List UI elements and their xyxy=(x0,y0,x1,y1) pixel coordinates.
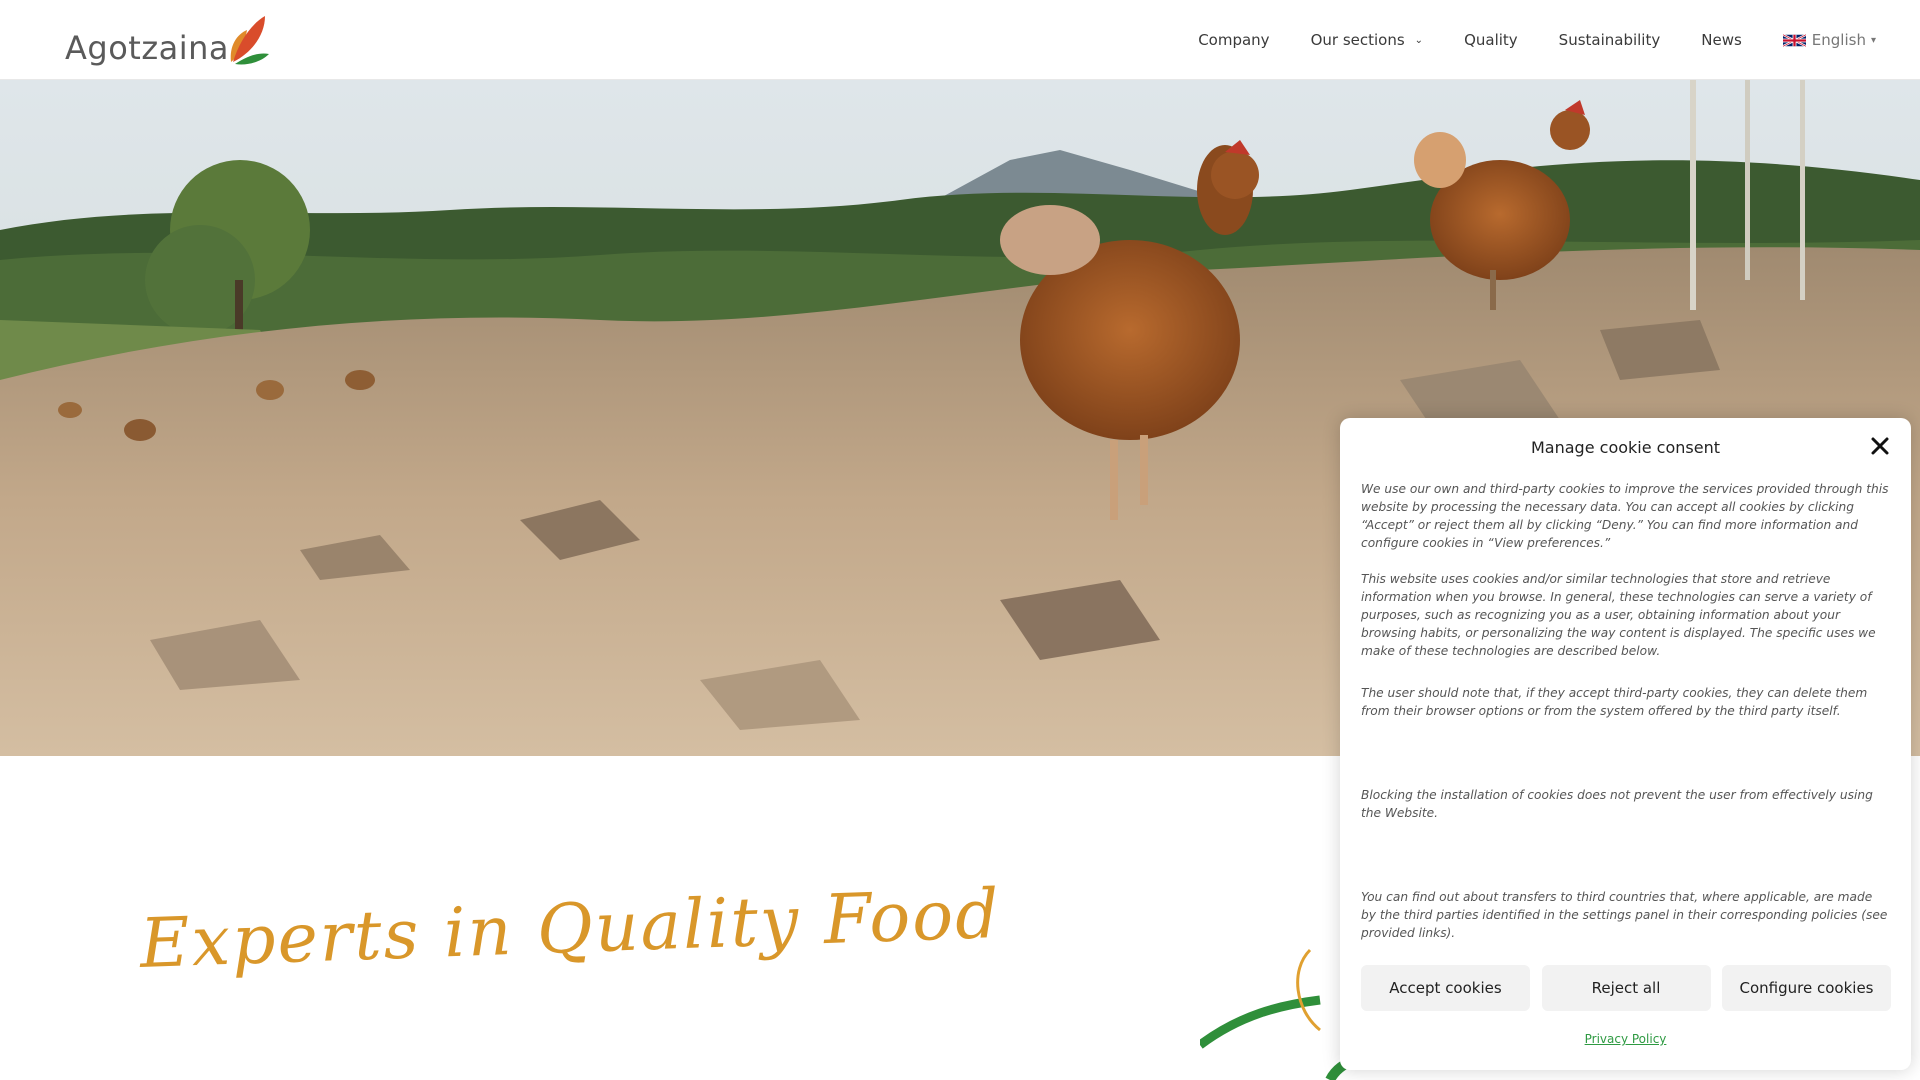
privacy-policy-link[interactable]: Privacy Policy xyxy=(1340,1032,1911,1046)
language-label: English xyxy=(1811,31,1866,49)
cookie-paragraph: The user should note that, if they accep… xyxy=(1361,686,1868,718)
nav-sustainability-label: Sustainability xyxy=(1558,31,1661,49)
cookie-buttons: Accept cookies Reject all Configure cook… xyxy=(1361,965,1891,1011)
nav-company[interactable]: Company xyxy=(1198,31,1269,49)
tagline-heading: Experts in Quality Food xyxy=(138,874,1002,984)
nav-company-label: Company xyxy=(1198,31,1270,49)
main-nav: Company Our sections ⌄ Quality Sustainabi… xyxy=(1157,0,1876,80)
brand-name: Agotzaina xyxy=(65,29,230,67)
uk-flag-icon xyxy=(1782,33,1806,47)
leaves-logo-icon xyxy=(230,16,270,65)
cookie-dialog-title: Manage cookie consent xyxy=(1531,438,1720,457)
cookie-paragraph: You can find out about transfers to thir… xyxy=(1361,890,1888,940)
site-header: Agotzaina Company Our sections ⌄ Quality … xyxy=(0,0,1920,80)
nav-sustainability[interactable]: Sustainability xyxy=(1559,31,1661,49)
cookie-consent-dialog: Manage cookie consent We use our own and… xyxy=(1340,418,1911,1070)
reject-all-button[interactable]: Reject all xyxy=(1541,965,1711,1011)
cookie-paragraph: We use our own and third-party cookies t… xyxy=(1361,482,1889,550)
nav-our-sections-label: Our sections xyxy=(1310,31,1405,49)
nav-our-sections[interactable]: Our sections ⌄ xyxy=(1311,31,1423,49)
close-icon[interactable] xyxy=(1869,435,1891,457)
nav-quality[interactable]: Quality xyxy=(1464,31,1518,49)
nav-news-label: News xyxy=(1701,31,1742,49)
configure-cookies-button[interactable]: Configure cookies xyxy=(1722,965,1891,1011)
nav-news[interactable]: News xyxy=(1701,31,1742,49)
accept-cookies-button[interactable]: Accept cookies xyxy=(1361,965,1530,1011)
cookie-paragraph: This website uses cookies and/or similar… xyxy=(1361,572,1876,658)
language-selector[interactable]: English ▾ xyxy=(1782,31,1876,49)
cookie-paragraph: Blocking the installation of cookies doe… xyxy=(1361,788,1873,820)
caret-down-icon: ▾ xyxy=(1870,34,1876,46)
brand-logo[interactable]: Agotzaina xyxy=(65,12,271,66)
chevron-down-icon: ⌄ xyxy=(1414,34,1424,46)
nav-quality-label: Quality xyxy=(1464,31,1518,49)
